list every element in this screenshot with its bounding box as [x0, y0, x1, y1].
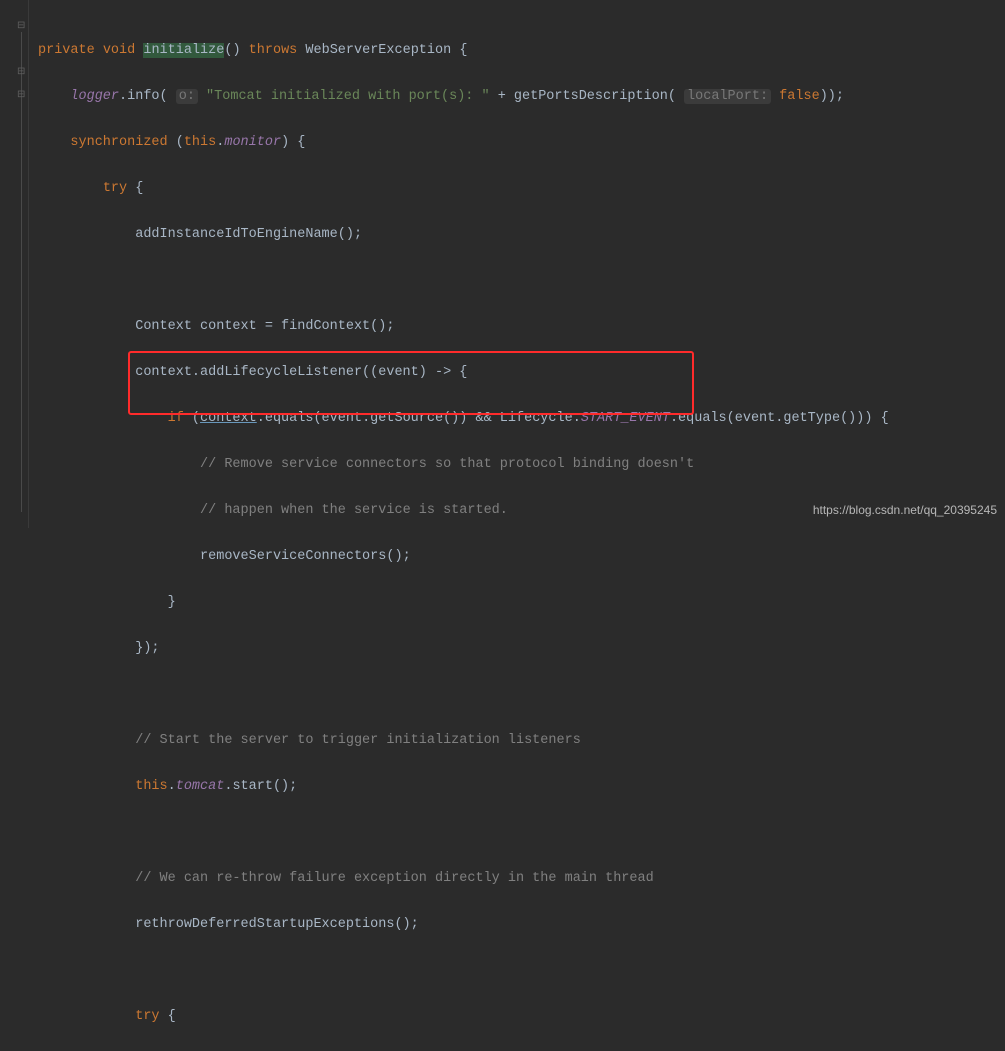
code-line: try {: [38, 177, 889, 200]
code-text: .: [168, 779, 176, 794]
code-line: // Start the server to trigger initializ…: [38, 729, 889, 752]
code-line: // We can re-throw failure exception dir…: [38, 867, 889, 890]
keyword: if: [168, 411, 184, 426]
gutter: ⊟ ⊟ ⊟: [0, 0, 29, 528]
code-editor[interactable]: private void initialize() throws WebServ…: [38, 16, 889, 1051]
code-text: .start();: [224, 779, 297, 794]
code-text: }: [168, 595, 176, 610]
field-ref: monitor: [224, 135, 281, 150]
code-line: // happen when the service is started.: [38, 499, 889, 522]
code-line: private void initialize() throws WebServ…: [38, 39, 889, 62]
code-text: .info(: [119, 89, 168, 104]
fold-marker-icon[interactable]: ⊟: [17, 91, 26, 100]
inlay-hint: o:: [176, 89, 198, 104]
code-text: .equals(event.getSource()) && Lifecycle.: [257, 411, 581, 426]
keyword: private: [38, 43, 95, 58]
code-line: });: [38, 637, 889, 660]
comment: // Remove service connectors so that pro…: [200, 457, 694, 472]
comment: // Start the server to trigger initializ…: [135, 733, 581, 748]
code-text: .equals(event.getType())) {: [670, 411, 889, 426]
fold-marker-icon[interactable]: ⊟: [17, 22, 26, 31]
keyword: try: [135, 1009, 159, 1024]
code-line: if (context.equals(event.getSource()) &&…: [38, 407, 889, 430]
static-field: START_EVENT: [581, 411, 670, 426]
fold-marker-icon[interactable]: ⊟: [17, 68, 26, 77]
keyword: synchronized: [70, 135, 167, 150]
variable-ref: context: [200, 411, 257, 426]
code-text: {: [127, 181, 143, 196]
string-literal: "Tomcat initialized with port(s): ": [206, 89, 490, 104]
code-line: synchronized (this.monitor) {: [38, 131, 889, 154]
code-text: ));: [820, 89, 844, 104]
code-text: context.addLifecycleListener((event) -> …: [135, 365, 467, 380]
inlay-hint: localPort:: [684, 89, 771, 104]
code-text: (): [224, 43, 240, 58]
watermark-text: https://blog.csdn.net/qq_20395245: [813, 499, 997, 522]
comment: // We can re-throw failure exception dir…: [135, 871, 653, 886]
code-text: (: [184, 411, 200, 426]
fold-line-icon: [21, 32, 22, 512]
code-text: });: [135, 641, 159, 656]
method-call: removeServiceConnectors();: [200, 549, 411, 564]
code-line: addInstanceIdToEngineName();: [38, 223, 889, 246]
keyword: false: [779, 89, 820, 104]
keyword: throws: [249, 43, 298, 58]
code-line: logger.info( o: "Tomcat initialized with…: [38, 85, 889, 108]
code-line: }: [38, 591, 889, 614]
code-line: Context context = findContext();: [38, 315, 889, 338]
keyword: this: [184, 135, 216, 150]
code-line: [38, 269, 889, 292]
method-call: addInstanceIdToEngineName();: [135, 227, 362, 242]
code-line: [38, 683, 889, 706]
code-line: [38, 959, 889, 982]
method-call: rethrowDeferredStartupExceptions();: [135, 917, 419, 932]
keyword: try: [103, 181, 127, 196]
code-line: context.addLifecycleListener((event) -> …: [38, 361, 889, 384]
code-text: (: [168, 135, 184, 150]
keyword: this: [135, 779, 167, 794]
code-line: rethrowDeferredStartupExceptions();: [38, 913, 889, 936]
keyword: void: [103, 43, 135, 58]
code-text: {: [160, 1009, 176, 1024]
code-line: try {: [38, 1005, 889, 1028]
code-line: this.tomcat.start();: [38, 775, 889, 798]
code-text: ) {: [281, 135, 305, 150]
comment: // happen when the service is started.: [200, 503, 508, 518]
code-text: + getPortsDescription(: [490, 89, 676, 104]
field-ref: logger: [70, 89, 119, 104]
code-line: // Remove service connectors so that pro…: [38, 453, 889, 476]
code-text: Context context = findContext();: [135, 319, 394, 334]
code-line: [38, 821, 889, 844]
method-name-highlight: initialize: [143, 43, 224, 58]
code-line: removeServiceConnectors();: [38, 545, 889, 568]
code-text: WebServerException {: [305, 43, 467, 58]
field-ref: tomcat: [176, 779, 225, 794]
